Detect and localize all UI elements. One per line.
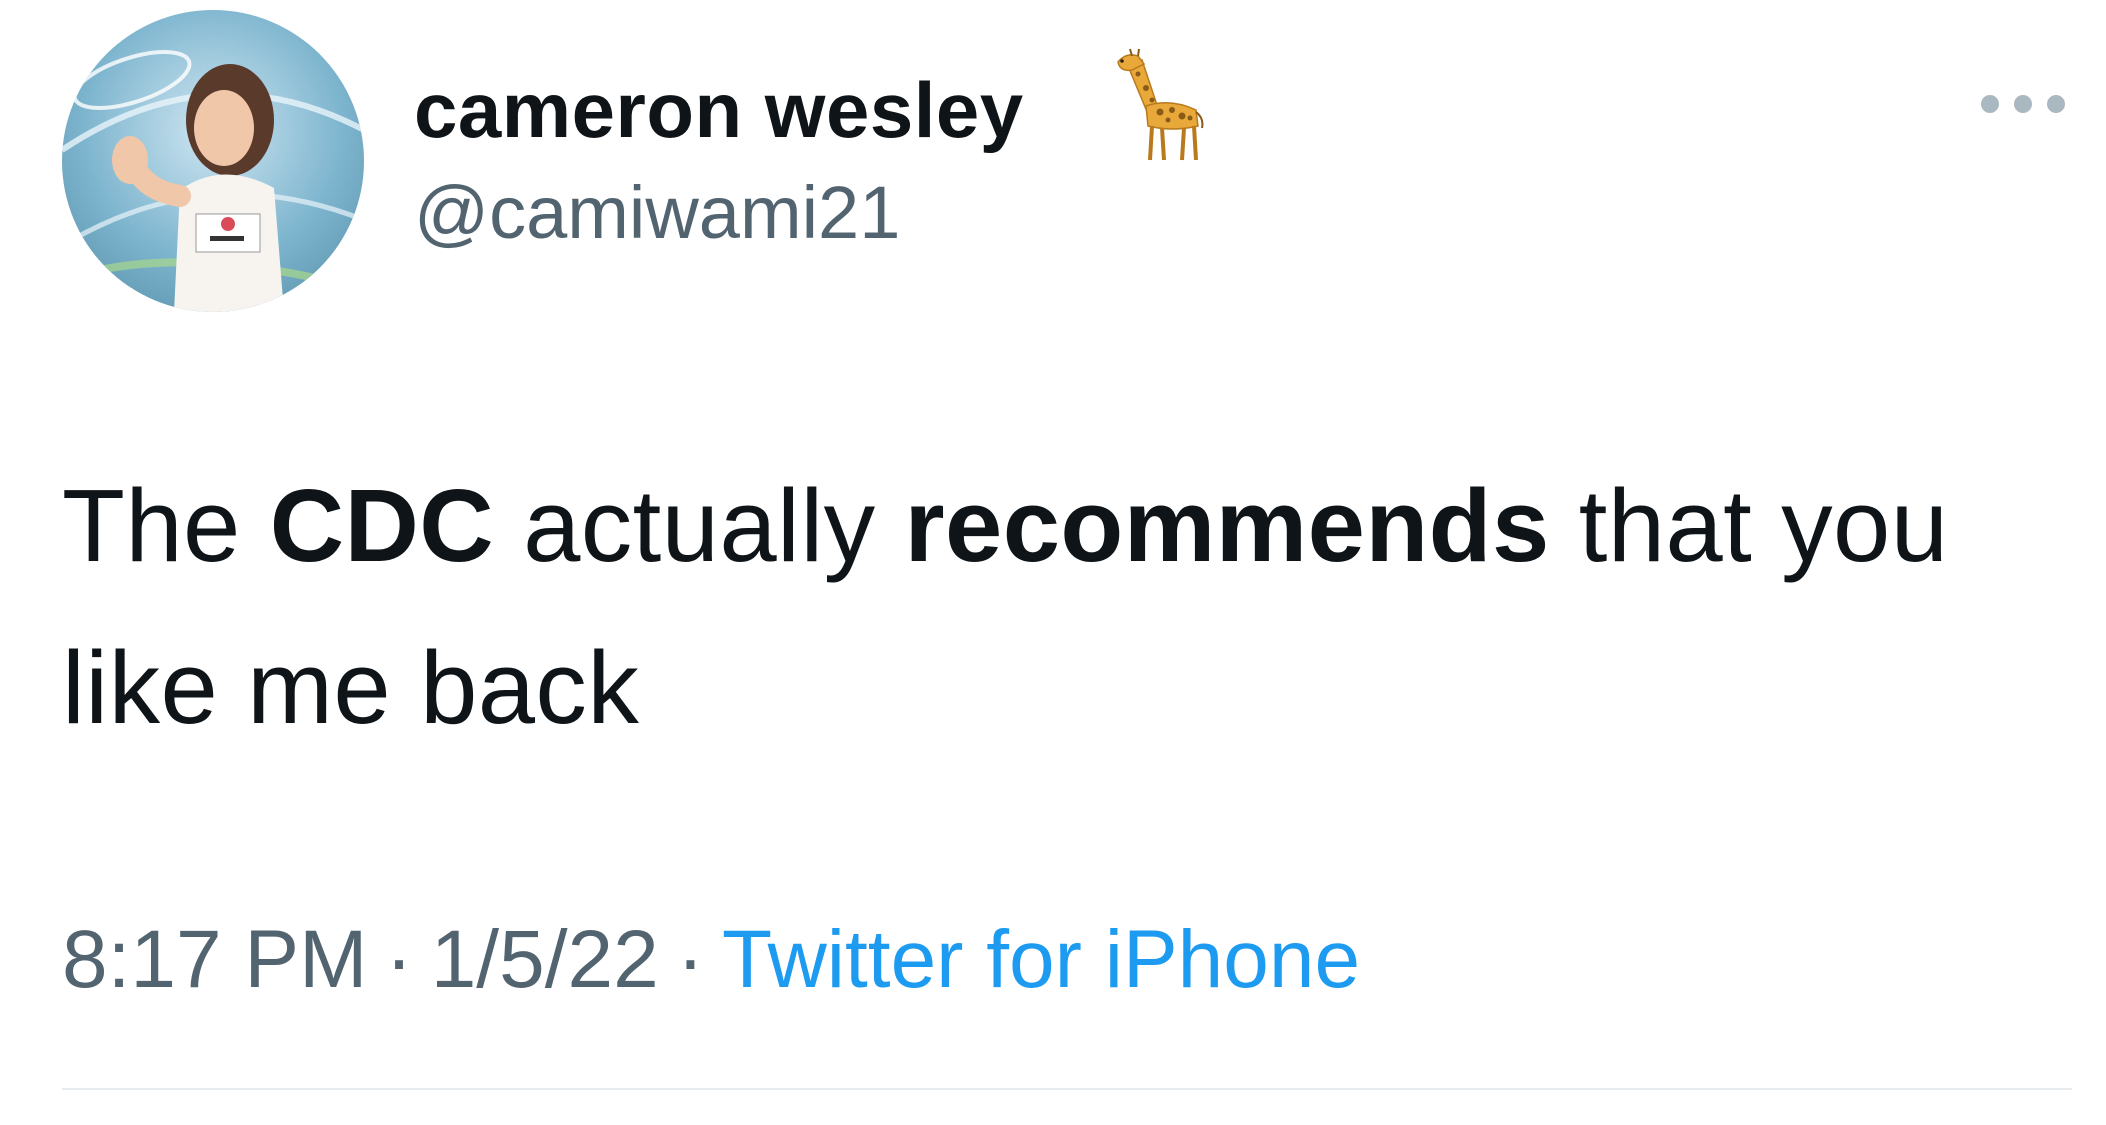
avatar-photo: [62, 10, 364, 312]
tweet-source-link[interactable]: Twitter for iPhone: [722, 914, 1360, 1005]
meta-separator: ·: [385, 914, 413, 1005]
tweet-time[interactable]: 8:17 PM: [62, 914, 367, 1005]
tweet-text: The CDC actually recommends that you lik…: [62, 445, 2072, 769]
more-options-icon[interactable]: [1978, 92, 2068, 116]
tweet-text-bold-segment: CDC: [269, 468, 495, 583]
avatar[interactable]: [62, 10, 364, 312]
tweet-card: cameron wesley @camiwami21 The CDC actua…: [0, 0, 2106, 1125]
tweet-text-bold-segment: recommends: [904, 468, 1550, 583]
meta-separator: ·: [676, 914, 704, 1005]
tweet-meta: 8:17 PM · 1/5/22 · Twitter for iPhone: [62, 908, 1360, 1012]
tweet-date[interactable]: 1/5/22: [431, 914, 659, 1005]
divider: [62, 1088, 2072, 1090]
display-name[interactable]: cameron wesley: [414, 62, 1024, 158]
user-handle[interactable]: @camiwami21: [414, 168, 900, 258]
tweet-text-segment: The: [62, 468, 270, 583]
giraffe-icon: [1117, 48, 1204, 161]
tweet-text-segment: actually: [494, 468, 905, 583]
